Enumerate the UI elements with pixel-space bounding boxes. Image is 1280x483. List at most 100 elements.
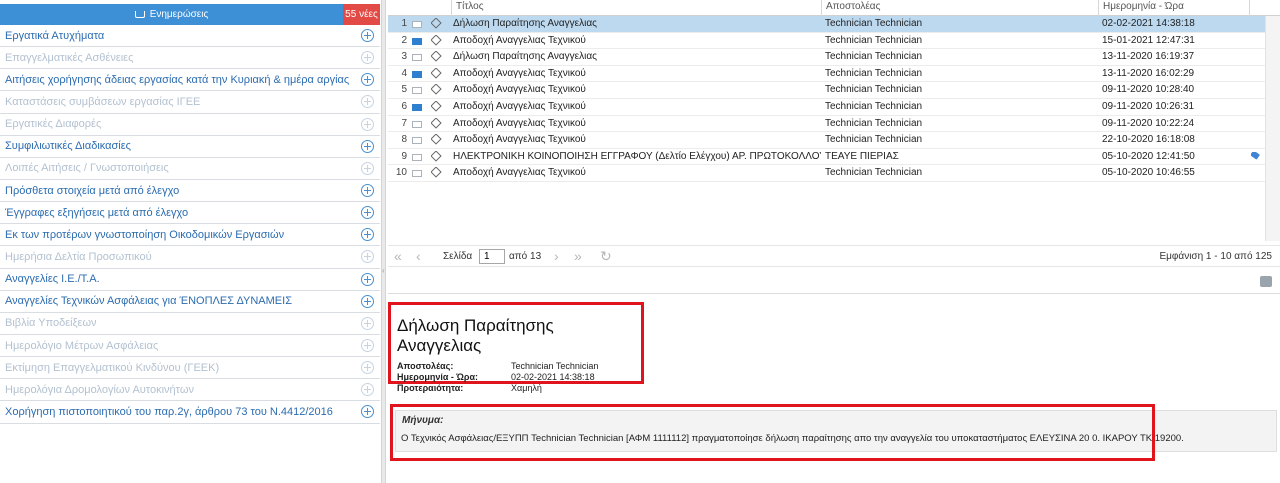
sidebar-item-label: Πρόσθετα στοιχεία μετά από έλεγχο — [5, 184, 180, 197]
last-page-icon[interactable]: » — [574, 248, 582, 264]
sidebar-item-label: Ημερήσια Δελτία Προσωπικού — [5, 250, 152, 263]
mail-read-icon — [412, 21, 422, 28]
print-icon[interactable] — [1260, 276, 1272, 287]
table-row[interactable]: 2 Αποδοχή Αναγγελιας Τεχνικού Technician T… — [388, 33, 1280, 50]
sidebar-item[interactable]: Εργατικές Διαφορές — [0, 114, 380, 136]
row-sender: Technician Technician — [825, 34, 923, 46]
sidebar-item[interactable]: Εκ των προτέρων γνωστοποίηση Οικοδομικών… — [0, 224, 380, 247]
add-icon[interactable] — [361, 338, 374, 352]
row-sender: Technician Technician — [825, 51, 923, 63]
add-icon[interactable] — [361, 383, 374, 397]
priority-icon — [431, 84, 442, 96]
column-header-title[interactable]: Τίτλος — [451, 0, 821, 16]
row-title: Αποδοχή Αναγγελιας Τεχνικού — [453, 34, 586, 46]
sidebar-item-label: Εκ των προτέρων γνωστοποίηση Οικοδομικών… — [5, 228, 285, 241]
sidebar-item[interactable]: Ημερολόγιο Μέτρων Ασφάλειας — [0, 335, 380, 358]
sidebar-item[interactable]: Εργατικά Ατυχήματα — [0, 25, 380, 48]
add-icon[interactable] — [361, 206, 374, 220]
first-page-icon[interactable]: « — [394, 248, 402, 264]
row-title: Αποδοχή Αναγγελιας Τεχνικού — [453, 117, 586, 129]
row-date: 05-10-2020 10:46:55 — [1102, 167, 1195, 179]
priority-indicator — [431, 67, 442, 79]
sender-value: Technician Technician — [511, 361, 599, 371]
priority-label: Προτεραιότητα: — [397, 383, 464, 393]
add-icon[interactable] — [361, 95, 374, 109]
table-row[interactable]: 8 Αποδοχή Αναγγελιας Τεχνικού Technician T… — [388, 132, 1280, 149]
grid-scrollbar[interactable] — [1265, 16, 1280, 241]
sidebar-item[interactable]: Αναγγελίες Τεχνικών Ασφάλειας για ΈΝΟΠΛΕ… — [0, 291, 380, 313]
add-icon[interactable] — [361, 139, 374, 153]
add-icon[interactable] — [361, 405, 374, 419]
row-number: 9 — [401, 150, 407, 162]
add-icon[interactable] — [361, 73, 374, 87]
envelope-icon — [412, 137, 422, 145]
add-icon[interactable] — [361, 228, 374, 242]
mail-read-icon — [412, 137, 422, 145]
envelope-icon — [412, 153, 422, 161]
column-header-sender[interactable]: Αποστολέας — [821, 0, 1098, 16]
sidebar-item[interactable]: Επαγγελματικές Ασθένειες — [0, 47, 380, 70]
page-input[interactable] — [479, 249, 505, 264]
table-row[interactable]: 3 Δήλωση Παραίτησης Αναγγελιας Technician … — [388, 49, 1280, 66]
add-icon[interactable] — [361, 294, 374, 308]
envelope-icon — [412, 170, 422, 178]
column-header-date[interactable]: Ημερομηνία - Ώρα — [1098, 0, 1249, 16]
priority-indicator — [431, 100, 442, 112]
tag-icon — [1251, 151, 1260, 160]
row-number: 4 — [401, 67, 407, 79]
row-sender: Technician Technician — [825, 117, 923, 129]
sidebar-item[interactable]: Ημερήσια Δελτία Προσωπικού — [0, 246, 380, 269]
sidebar-item[interactable]: Ημερολόγια Δρομολογίων Αυτοκινήτων — [0, 379, 380, 402]
table-row[interactable]: 7 Αποδοχή Αναγγελιας Τεχνικού Technician T… — [388, 116, 1280, 133]
add-icon[interactable] — [361, 29, 374, 42]
add-icon[interactable] — [361, 250, 374, 264]
table-row[interactable]: 1 Δήλωση Παραίτησης Αναγγελιας Technician … — [388, 16, 1280, 33]
add-icon[interactable] — [361, 161, 374, 175]
table-row[interactable]: 9 ΗΛΕΚΤΡΟΝΙΚΗ ΚΟΙΝΟΠΟΙΗΣΗ ΕΓΓΡΑΦΟΥ (Δελτί… — [388, 149, 1280, 166]
column-header-extra — [1249, 0, 1265, 16]
sidebar-item[interactable]: Βιβλία Υποδείξεων — [0, 313, 380, 335]
table-row[interactable]: 10 Αποδοχή Αναγγελιας Τεχνικού Technician … — [388, 165, 1280, 182]
sidebar-item[interactable]: Καταστάσεις συμβάσεων εργασίας ΙΓΕΕ — [0, 91, 380, 114]
sidebar-item-label: Αιτήσεις χορήγησης άδειας εργασίας κατά … — [5, 73, 350, 86]
sidebar-item-label: Εργατικά Ατυχήματα — [5, 29, 105, 42]
sidebar-menu: Εργατικά Ατυχήματα Επαγγελματικές Ασθένει… — [0, 25, 380, 424]
mail-read-icon — [412, 153, 422, 161]
mail-read-icon — [412, 54, 422, 62]
refresh-icon[interactable]: ↻ — [600, 248, 612, 264]
row-date: 09-11-2020 10:26:31 — [1102, 100, 1195, 112]
row-date: 09-11-2020 10:22:24 — [1102, 117, 1195, 129]
sidebar-item[interactable]: Αιτήσεις χορήγησης άδειας εργασίας κατά … — [0, 69, 380, 92]
priority-indicator — [431, 134, 442, 145]
sidebar-item[interactable]: Συμφιλιωτικές Διαδικασίες — [0, 136, 380, 158]
sidebar-item[interactable]: Πρόσθετα στοιχεία μετά από έλεγχο — [0, 180, 380, 203]
row-title: Αποδοχή Αναγγελιας Τεχνικού — [453, 167, 586, 179]
prev-page-icon[interactable]: ‹ — [416, 248, 421, 264]
priority-icon — [431, 18, 442, 29]
add-icon[interactable] — [361, 361, 374, 375]
table-row[interactable]: 6 Αποδοχή Αναγγελιας Τεχνικού Technician T… — [388, 99, 1280, 116]
envelope-icon — [412, 37, 422, 45]
add-icon[interactable] — [361, 316, 374, 330]
splitter-grip-icon[interactable]: ‹ — [382, 266, 385, 276]
table-row[interactable]: 4 Αποδοχή Αναγγελιας Τεχνικού Technician T… — [388, 66, 1280, 83]
updates-button[interactable]: Ενημερώσεις — [0, 4, 343, 25]
mail-unread-icon — [412, 37, 422, 45]
sidebar-item[interactable]: Έγγραφες εξηγήσεις μετά από έλεγχο — [0, 202, 380, 225]
add-icon[interactable] — [361, 51, 374, 65]
next-page-icon[interactable]: › — [554, 248, 559, 264]
table-row[interactable]: 5 Αποδοχή Αναγγελιας Τεχνικού Technician T… — [388, 82, 1280, 99]
add-icon[interactable] — [361, 183, 374, 197]
sidebar-item[interactable]: Εκτίμηση Επαγγελματικού Κινδύνου (ΓΕΕΚ) — [0, 357, 380, 380]
panel-splitter[interactable] — [381, 0, 386, 483]
date-row: Ημερομηνία - Ώρα: 02-02-2021 14:38:18 — [397, 372, 635, 383]
row-number: 2 — [401, 34, 407, 46]
sidebar-item[interactable]: Λοιπές Αιτήσεις / Γνωστοποιήσεις — [0, 158, 380, 180]
sidebar-item[interactable]: Αναγγελίες Ι.Ε./Τ.Α. — [0, 269, 380, 291]
priority-indicator — [431, 51, 442, 62]
envelope-icon — [412, 54, 422, 62]
add-icon[interactable] — [361, 272, 374, 286]
row-title: Αποδοχή Αναγγελιας Τεχνικού — [453, 84, 586, 96]
sidebar-item[interactable]: Χορήγηση πιστοποιητικού του παρ.2γ, άρθρ… — [0, 401, 380, 424]
add-icon[interactable] — [361, 117, 374, 131]
